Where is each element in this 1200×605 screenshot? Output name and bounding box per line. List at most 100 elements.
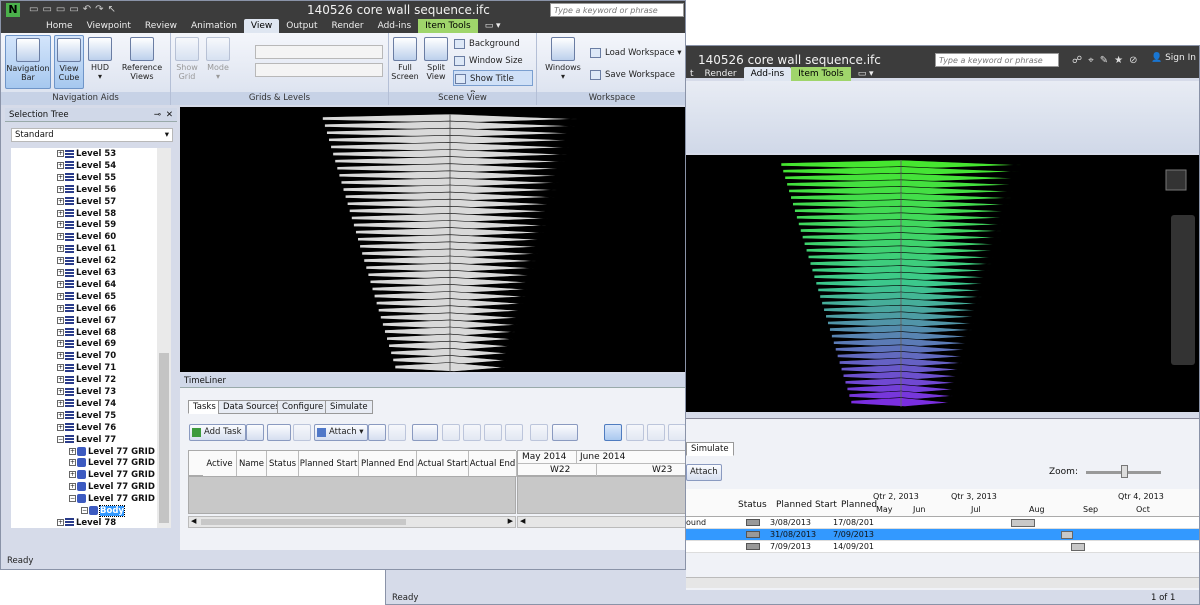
expand-icon[interactable]: + — [57, 197, 64, 205]
view-actual-button[interactable] — [647, 424, 665, 441]
columns-button[interactable] — [552, 424, 578, 441]
front-3d-viewport[interactable] — [180, 107, 685, 372]
pin-icon[interactable]: ⊸ — [154, 108, 161, 122]
back-tab-dropdown-icon[interactable]: ▭ ▾ — [851, 67, 881, 81]
tree-item-grid[interactable]: + Level 77 GRID D — [69, 469, 157, 481]
tree-item-grid[interactable]: + Level 77 GRID 2 — [69, 446, 157, 458]
hud-button[interactable]: HUD ▾ — [86, 35, 114, 89]
view-planned-actual-button[interactable] — [668, 424, 685, 441]
task-row[interactable]: ound 3/08/2013 17/08/201 — [686, 517, 1199, 529]
reference-views-button[interactable]: Reference Views — [119, 35, 165, 89]
background-button[interactable]: Background — [453, 36, 520, 52]
expand-icon[interactable]: + — [57, 161, 64, 169]
tab-output[interactable]: Output — [279, 19, 324, 33]
expand-icon[interactable]: + — [57, 399, 64, 407]
tree-item-level[interactable]: + Level 61 — [57, 243, 116, 255]
back-3d-viewport[interactable] — [686, 155, 1199, 412]
tree-item-level[interactable]: + Level 73 — [57, 386, 116, 398]
tree-item-level[interactable]: + Level 62 — [57, 255, 116, 267]
auto-add-tasks-button[interactable] — [246, 424, 264, 441]
tree-item-level[interactable]: + Level 53 — [57, 148, 116, 160]
expand-icon[interactable]: + — [57, 209, 64, 217]
tab-view[interactable]: View — [243, 19, 280, 33]
gantt-bar[interactable] — [1011, 519, 1035, 527]
tree-item-level[interactable]: + Level 57 — [57, 196, 116, 208]
app-logo-icon[interactable]: N — [6, 3, 20, 17]
tab-animation[interactable]: Animation — [184, 19, 244, 33]
expand-icon[interactable]: + — [57, 376, 64, 384]
column-header[interactable]: Actual End — [469, 451, 517, 477]
close-icon[interactable]: ✕ — [166, 108, 173, 122]
expand-icon[interactable]: + — [57, 292, 64, 300]
window-size-button[interactable]: Window Size — [453, 53, 523, 69]
tree-item-level[interactable]: + Level 60 — [57, 231, 116, 243]
column-header[interactable]: Name — [237, 451, 267, 477]
grid-level-dropdown-2[interactable] — [255, 63, 383, 77]
gantt-h-scrollbar[interactable]: ◀ — [517, 516, 685, 528]
expand-icon[interactable]: + — [69, 483, 76, 491]
tree-item-level[interactable]: + Level 54 — [57, 160, 116, 172]
front-search-input[interactable]: Type a keyword or phrase — [550, 3, 684, 17]
tree-item-grid[interactable]: + Level 77 GRID 3 — [69, 457, 157, 469]
move-down-button[interactable] — [463, 424, 481, 441]
tree-item-level[interactable]: + Level 55 — [57, 172, 116, 184]
selection-tree-dropdown[interactable]: Standard ▾ — [11, 128, 173, 142]
tree-item-level[interactable]: + Level 58 — [57, 208, 116, 220]
tree-item-level[interactable]: + Level 75 — [57, 410, 116, 422]
tree-item-level[interactable]: + Level 78 — [57, 517, 116, 528]
comment-button[interactable] — [530, 424, 548, 441]
expand-icon[interactable]: + — [57, 518, 64, 526]
tree-item-level[interactable]: + Level 65 — [57, 291, 116, 303]
gantt-bar[interactable] — [1071, 543, 1085, 551]
expand-icon[interactable]: + — [57, 245, 64, 253]
insert-task-button[interactable] — [267, 424, 291, 441]
expand-icon[interactable]: + — [57, 304, 64, 312]
tab-review[interactable]: Review — [138, 19, 184, 33]
tree-item-level[interactable]: + Level 67 — [57, 315, 116, 327]
expand-icon[interactable]: + — [57, 185, 64, 193]
load-workspace-button[interactable]: Load Workspace ▾ — [589, 45, 682, 61]
add-task-button[interactable]: Add Task — [189, 424, 246, 441]
expand-icon[interactable]: + — [69, 459, 76, 467]
indent-button[interactable] — [484, 424, 502, 441]
tree-item-level[interactable]: + Level 70 — [57, 350, 116, 362]
expand-icon[interactable]: + — [57, 340, 64, 348]
expand-icon[interactable]: + — [57, 316, 64, 324]
scroll-left-icon[interactable]: ◀ — [191, 517, 196, 525]
expand-icon[interactable]: + — [57, 280, 64, 288]
show-title-bars-button[interactable]: Show Title Bars — [453, 70, 533, 100]
tree-v-scrollbar[interactable] — [157, 148, 171, 528]
grid-level-dropdown-1[interactable] — [255, 45, 383, 59]
tree-item-level[interactable]: + Level 76 — [57, 422, 116, 434]
full-screen-button[interactable]: Full Screen — [391, 35, 419, 89]
expand-icon[interactable]: + — [57, 269, 64, 276]
view-cube-button[interactable]: View Cube — [54, 35, 84, 89]
expand-icon[interactable]: + — [57, 328, 64, 336]
expand-icon[interactable]: + — [57, 423, 64, 431]
expand-icon[interactable]: + — [57, 388, 64, 395]
tab-viewpoint[interactable]: Viewpoint — [80, 19, 138, 33]
tree-item-level[interactable]: + Level 63 — [57, 267, 116, 279]
back-tab-simulate[interactable]: Simulate — [686, 442, 734, 456]
task-grid-h-scrollbar[interactable]: ◀ ▶ — [188, 516, 516, 528]
navigation-bar-button[interactable]: Navigation Bar — [5, 35, 51, 89]
expand-icon[interactable]: + — [57, 173, 64, 181]
expand-icon[interactable]: + — [69, 471, 76, 479]
tab-dropdown-icon[interactable]: ▭ ▾ — [478, 19, 508, 33]
quick-access-icons[interactable]: ▭▭▭▭↶↷↖ — [29, 4, 120, 15]
back-zoom-thumb[interactable] — [1121, 465, 1128, 478]
tab-simulate[interactable]: Simulate — [325, 400, 373, 414]
tree-item-level[interactable]: + Level 72 — [57, 374, 116, 386]
back-sign-in[interactable]: 👤 Sign In — [1151, 53, 1196, 63]
back-attach-button[interactable]: Attach — [686, 464, 722, 481]
tree-item-level[interactable]: + Level 66 — [57, 303, 116, 315]
expand-icon[interactable]: + — [57, 257, 64, 265]
expand-icon[interactable]: − — [57, 435, 64, 443]
expand-icon[interactable]: + — [57, 233, 64, 241]
windows-button[interactable]: Windows ▾ — [541, 35, 585, 89]
save-workspace-button[interactable]: Save Workspace — [589, 67, 675, 83]
tree-item-level[interactable]: + Level 68 — [57, 327, 116, 339]
view-gantt-button[interactable] — [604, 424, 622, 441]
expand-icon[interactable]: + — [57, 150, 64, 157]
expand-icon[interactable]: + — [57, 364, 64, 372]
